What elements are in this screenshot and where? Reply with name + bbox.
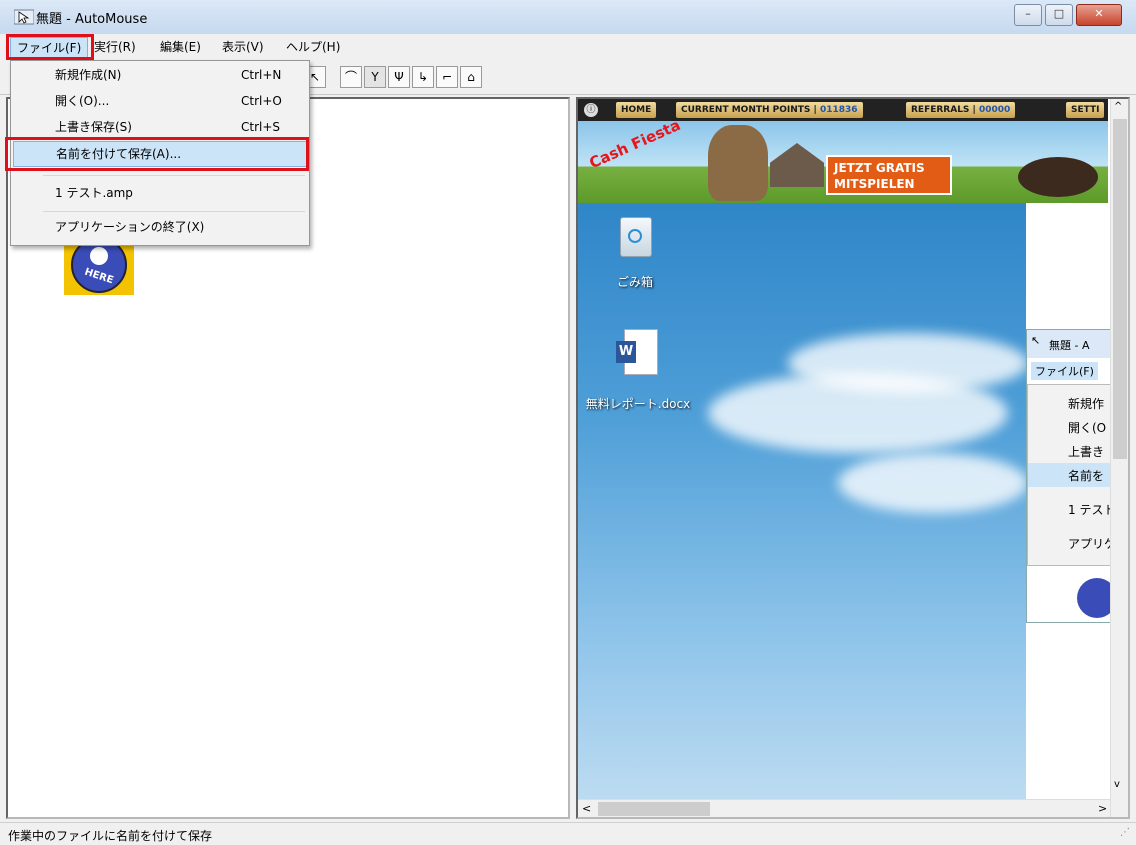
inner-item-save-as: 名前を (1068, 469, 1105, 483)
status-bar: 作業中のファイルに名前を付けて保存 ⋰ (0, 822, 1136, 845)
move-line-icon[interactable]: ⌒ (340, 66, 362, 88)
banner-art: Cash Fiesta JETZT GRATIS MITSPIELEN (578, 116, 1108, 203)
banner-home-tab[interactable]: HOME (616, 102, 657, 118)
annotation-highlight-box (6, 34, 94, 60)
points-label: CURRENT MONTH POINTS (681, 105, 811, 115)
inner-title: 無題 - A (1049, 339, 1090, 352)
sheep-image (1018, 157, 1098, 197)
menu-item-save[interactable]: 上書き保存(S) Ctrl+S (13, 115, 307, 139)
menu-bar: ファイル(F) 実行(R) 編集(E) 表示(V) ヘルプ(H) (0, 34, 1136, 60)
scroll-right-icon[interactable]: > (1098, 802, 1107, 815)
menu-item-exit[interactable]: アプリケーションの終了(X) (13, 215, 307, 239)
menu-view[interactable]: 表示(V) (216, 37, 270, 57)
inner-item-open: 開く(O (1068, 421, 1107, 435)
vertical-scrollbar[interactable]: ^ v (1110, 99, 1128, 817)
file-menu-dropdown: 新規作成(N) Ctrl+N 開く(O)... Ctrl+O 上書き保存(S) … (5, 60, 310, 246)
inner-item-recent: 1 テスト (1068, 503, 1116, 517)
menu-separator (43, 175, 305, 176)
close-button[interactable]: ✕ (1076, 4, 1122, 26)
menu-item-open-label: 開く(O)... (55, 94, 110, 108)
menu-item-new[interactable]: 新規作成(N) Ctrl+N (13, 63, 307, 87)
banner-nav: ⓘ HOME CURRENT MONTH POINTS | 011836 REF… (578, 99, 1108, 121)
brand-logo: Cash Fiesta (586, 115, 684, 173)
mouse-icon[interactable]: ⌂ (460, 66, 482, 88)
info-icon[interactable]: ⓘ (584, 103, 598, 117)
drag-icon[interactable]: Y (364, 66, 386, 88)
settings-tab[interactable]: SETTI (1066, 102, 1105, 118)
donkey-image (708, 125, 768, 201)
inner-item-exit: アプリケ (1068, 537, 1117, 551)
curve-up-icon[interactable]: ⌐ (436, 66, 458, 88)
menu-item-open-shortcut: Ctrl+O (241, 94, 282, 108)
screen-capture-pane[interactable]: ⓘ HOME CURRENT MONTH POINTS | 011836 REF… (576, 97, 1130, 819)
play-now-button[interactable]: JETZT GRATIS MITSPIELEN (826, 155, 952, 195)
inner-title-bar: ↖ 無題 - A (1027, 330, 1121, 358)
horizontal-scroll-thumb[interactable] (598, 802, 710, 816)
inner-menu-file: ファイル(F) (1031, 362, 1098, 380)
scroll-down-icon[interactable]: v (1114, 779, 1120, 790)
inner-window-preview: ↖ 無題 - A ファイル(F) 新規作 開く(O 上書き 名前を 1 テスト … (1026, 329, 1123, 623)
document-label: 無料レポート.docx (585, 397, 691, 411)
menu-item-new-shortcut: Ctrl+N (241, 68, 282, 82)
inner-item-save: 上書き (1068, 445, 1105, 459)
maximize-button[interactable]: □ (1045, 4, 1073, 26)
points-value: 011836 (819, 105, 858, 115)
cta-line1: JETZT GRATIS (834, 161, 925, 175)
word-document-icon[interactable]: W (614, 329, 660, 379)
app-cursor-icon (14, 9, 34, 25)
menu-item-save-shortcut: Ctrl+S (241, 120, 281, 134)
house-image (770, 143, 824, 187)
minimize-icon: – (1025, 7, 1031, 20)
close-icon: ✕ (1094, 7, 1104, 20)
menu-edit[interactable]: 編集(E) (154, 37, 207, 57)
inner-dropdown: 新規作 開く(O 上書き 名前を 1 テスト アプリケ (1027, 384, 1123, 566)
recycle-bin-label: ごみ箱 (616, 275, 653, 289)
referrals-value: 00000 (978, 105, 1011, 115)
menu-item-recent-file[interactable]: 1 テスト.amp (13, 181, 307, 205)
menu-run[interactable]: 実行(R) (88, 37, 142, 57)
recycle-bin-icon[interactable] (612, 213, 658, 259)
menu-item-new-label: 新規作成(N) (55, 68, 122, 82)
window-title: 無題 - AutoMouse (36, 12, 148, 27)
scroll-up-icon[interactable]: ^ (1114, 101, 1122, 112)
annotation-highlight-box (5, 137, 309, 171)
desktop-background: ごみ箱 W 無料レポート.docx (578, 203, 1026, 817)
menu-item-open[interactable]: 開く(O)... Ctrl+O (13, 89, 307, 113)
horizontal-scrollbar[interactable]: < > (578, 799, 1110, 817)
double-drag-icon[interactable]: Ψ (388, 66, 410, 88)
vertical-scroll-thumb[interactable] (1113, 119, 1127, 459)
menu-item-exit-label: アプリケーションの終了(X) (55, 220, 205, 234)
curve-down-icon[interactable]: ↳ (412, 66, 434, 88)
status-text: 作業中のファイルに名前を付けて保存 (8, 829, 213, 843)
menu-item-save-label: 上書き保存(S) (55, 120, 132, 134)
face-icon (90, 247, 108, 265)
scroll-left-icon[interactable]: < (582, 802, 591, 815)
menu-separator (43, 211, 305, 212)
maximize-icon: □ (1053, 7, 1065, 20)
referrals-tab[interactable]: REFERRALS | 00000 (906, 102, 1016, 118)
resize-grip-icon[interactable]: ⋰ (1120, 827, 1130, 838)
cta-line2: MITSPIELEN (834, 177, 915, 191)
minimize-button[interactable]: – (1014, 4, 1042, 26)
web-banner: ⓘ HOME CURRENT MONTH POINTS | 011836 REF… (578, 99, 1108, 203)
inner-item-new: 新規作 (1068, 397, 1105, 411)
title-bar: 無題 - AutoMouse – □ ✕ (0, 0, 1136, 34)
referrals-label: REFERRALS (911, 105, 970, 115)
points-tab[interactable]: CURRENT MONTH POINTS | 011836 (676, 102, 863, 118)
menu-help[interactable]: ヘルプ(H) (280, 37, 346, 57)
menu-item-recent-file-label: 1 テスト.amp (55, 186, 133, 200)
